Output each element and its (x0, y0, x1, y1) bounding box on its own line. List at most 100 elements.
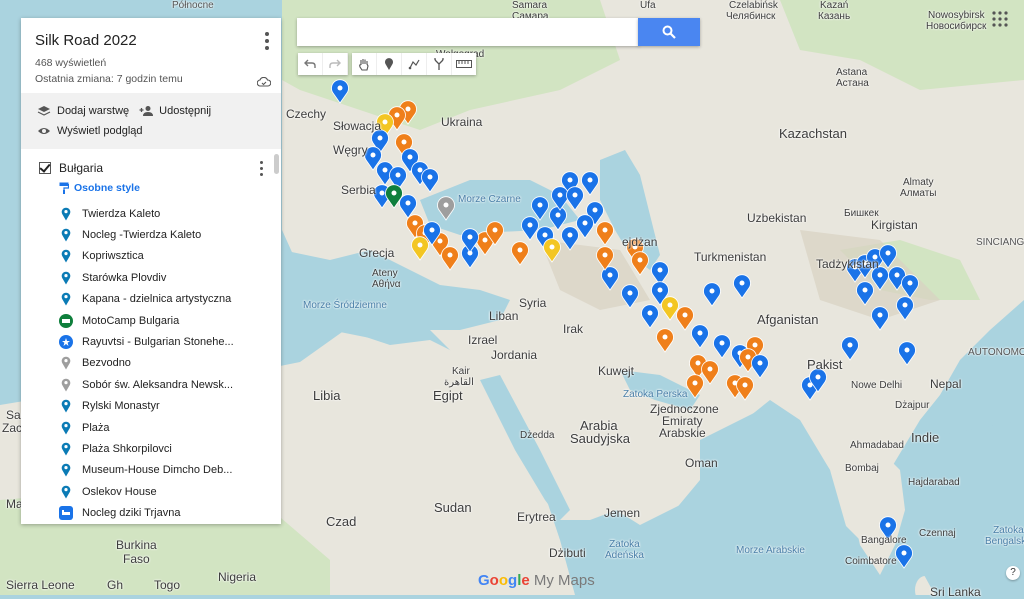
share-button[interactable]: Udostępnij (139, 101, 211, 121)
list-item[interactable]: Plaża Shkorpilovci (21, 438, 281, 459)
list-item[interactable]: Nocleg dziki Trjavna (21, 502, 281, 523)
preview-button[interactable]: Wyświetl podgląd (37, 121, 267, 141)
map-marker-dot (907, 280, 913, 286)
map-marker-dot (572, 192, 578, 198)
pin-icon (59, 462, 73, 478)
add-person-icon (139, 105, 155, 117)
list-item[interactable]: Kapana - dzielnica artystyczna (21, 289, 281, 310)
map-marker-dot (417, 242, 423, 248)
draw-line-icon (408, 59, 420, 70)
list-item[interactable]: Oslekov House (21, 481, 281, 502)
add-layer-button[interactable]: Dodaj warstwę (37, 101, 129, 121)
apps-grid-icon[interactable] (992, 11, 1008, 32)
paint-roller-icon (59, 182, 69, 194)
layer-options-kebab-icon[interactable] (260, 161, 263, 179)
list-item[interactable]: Twierdza Kaleto (21, 203, 281, 224)
list-item[interactable]: Kopriwsztica (21, 246, 281, 267)
map-label: Serbia (341, 183, 376, 197)
map-marker-dot (527, 222, 533, 228)
map-label: Sudan (434, 500, 472, 515)
panel-scrollbar[interactable] (274, 154, 279, 174)
list-item-label: Plaża Shkorpilovci (82, 442, 172, 455)
pan-button[interactable] (352, 53, 377, 75)
map-label: Izrael (468, 333, 498, 347)
undo-button[interactable] (298, 53, 323, 75)
map-legend-panel: Silk Road 2022 468 wyświetleń Ostatnia z… (21, 18, 281, 524)
redo-icon (329, 59, 341, 68)
map-label: Egipt (433, 388, 463, 403)
map-label: Arabskie (659, 426, 706, 440)
measure-button[interactable] (452, 53, 476, 75)
list-item[interactable]: Plaża (21, 417, 281, 438)
hand-icon (359, 58, 369, 71)
layer-name[interactable]: Bułgaria (59, 161, 103, 175)
list-item-label: MotoCamp Bulgaria (82, 314, 180, 327)
map-label: Jordania (491, 348, 538, 362)
map-marker-dot (745, 354, 751, 360)
map-label: Morze Śródziemne (303, 300, 387, 311)
map-label: Астана (836, 78, 869, 89)
map-marker-dot (437, 238, 443, 244)
search-input[interactable] (297, 18, 639, 46)
map-label: Ahmadabad (850, 440, 904, 451)
map-marker-dot (885, 522, 891, 528)
list-item[interactable]: Rayuvtsi - Bulgarian Stonehe... (21, 331, 281, 352)
map-marker-dot (443, 202, 449, 208)
map-label: Sierra Leone (6, 578, 75, 592)
map-label: Irak (563, 322, 584, 336)
search-button[interactable] (638, 18, 700, 46)
map-label: SINCIANG (976, 237, 1024, 248)
redo-button[interactable] (323, 53, 348, 75)
map-marker-dot (391, 190, 397, 196)
map-marker-dot (555, 212, 561, 218)
map-label: Kair (452, 366, 470, 377)
draw-line-button[interactable] (402, 53, 427, 75)
map-marker-dot (407, 154, 413, 160)
list-item[interactable]: Nocleg -Twierdza Kaleto (21, 224, 281, 245)
map-marker-dot (877, 312, 883, 318)
map-marker-dot (752, 342, 758, 348)
add-layer-label: Dodaj warstwę (57, 105, 130, 117)
map-marker-dot (719, 340, 725, 346)
map-marker-dot (657, 287, 663, 293)
list-item-label: Kopriwsztica (82, 250, 144, 263)
pin-icon (59, 291, 73, 307)
map-label: Togo (154, 578, 181, 592)
directions-button[interactable] (427, 53, 452, 75)
help-icon[interactable]: ? (1006, 566, 1020, 580)
list-item-label: Rylski Monastyr (82, 400, 160, 413)
add-marker-button[interactable] (377, 53, 402, 75)
list-item[interactable]: Sobór św. Aleksandra Newsk... (21, 374, 281, 395)
map-label: Indie (911, 430, 940, 445)
map-marker-dot (587, 177, 593, 183)
map-label: Казань (818, 11, 851, 22)
list-item[interactable]: Starówka Plovdiv (21, 267, 281, 288)
map-marker-dot (877, 272, 883, 278)
list-item[interactable]: Rylski Monastyr (21, 396, 281, 417)
list-item[interactable]: MotoCamp Bulgaria (21, 310, 281, 331)
map-label: Jemen (604, 506, 641, 520)
list-item[interactable]: Museum-House Dimcho Deb... (21, 460, 281, 481)
map-label: Nowe Delhi (851, 380, 903, 391)
map-marker-dot (627, 290, 633, 296)
map-options-kebab-icon[interactable] (265, 32, 269, 53)
list-item-label: Nocleg dziki Trjavna (82, 507, 181, 520)
map-title[interactable]: Silk Road 2022 (35, 32, 267, 49)
individual-styles-link[interactable]: Osobne style (21, 179, 281, 197)
list-item-label: Twierdza Kaleto (82, 207, 161, 220)
map-marker-dot (894, 272, 900, 278)
pin-icon (59, 206, 73, 222)
map-marker-dot (382, 119, 388, 125)
pin-icon (59, 420, 73, 436)
map-label: Burkina Faso (116, 538, 157, 566)
map-label: Zatoka Perska (623, 389, 688, 400)
list-item[interactable]: Bezvodno (21, 353, 281, 374)
map-marker-dot (607, 272, 613, 278)
layer-visibility-checkbox[interactable] (39, 162, 51, 174)
layers-icon (37, 105, 53, 117)
map-marker-dot (847, 342, 853, 348)
map-label: Afganistan (757, 312, 819, 327)
map-label: Zac (2, 421, 23, 435)
map-marker-dot (447, 252, 453, 258)
map-label: Sri Lanka (930, 585, 981, 599)
